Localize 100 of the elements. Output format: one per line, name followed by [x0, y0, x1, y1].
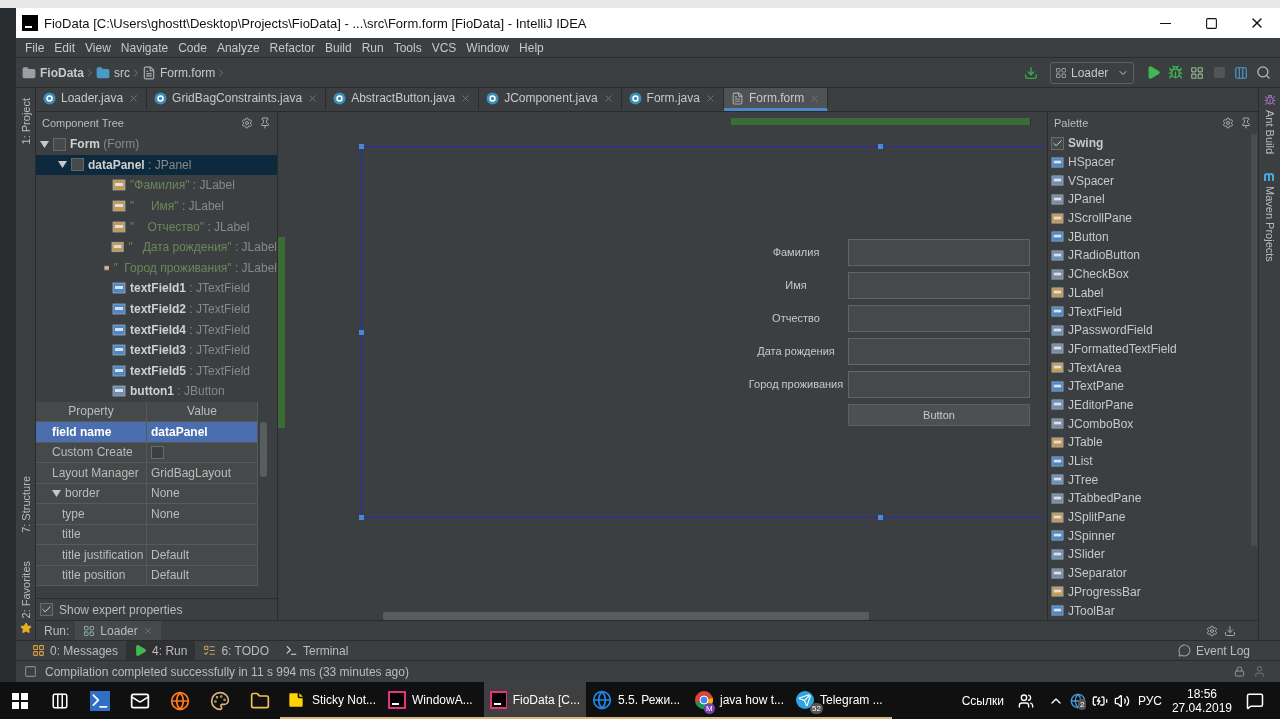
resize-handle[interactable]	[359, 144, 364, 149]
palette-item[interactable]: JEditorPane	[1051, 395, 1249, 415]
palette-item[interactable]: JSplitPane	[1051, 507, 1249, 527]
taskbar-app[interactable]: Sticky Not...	[280, 682, 382, 719]
text-field[interactable]	[848, 238, 1030, 266]
menu-item[interactable]: Window	[461, 40, 515, 55]
palette-item[interactable]: JList	[1051, 451, 1249, 471]
palette-item[interactable]: JComboBox	[1051, 414, 1249, 433]
checkbox[interactable]	[151, 445, 164, 459]
text-field[interactable]	[848, 271, 1030, 299]
tree-item[interactable]: textField4 : JTextField	[36, 319, 277, 340]
tree-item[interactable]: button1 : JButton	[36, 381, 277, 402]
checkbox[interactable]	[1051, 136, 1064, 150]
tree-item[interactable]: textField5 : JTextField	[36, 360, 277, 382]
language-indicator[interactable]: РУС	[1137, 693, 1162, 708]
event-log-button[interactable]: Event Log	[1169, 640, 1258, 661]
palette-item[interactable]: JToolBar	[1051, 601, 1249, 620]
menu-item[interactable]: Refactor	[264, 40, 320, 55]
property-row[interactable]: Custom Create	[36, 442, 258, 464]
tool-window-tab[interactable]: Ant Build	[1263, 106, 1276, 159]
editor-tab[interactable]: Form.form	[723, 88, 829, 111]
tool-tab[interactable]: 0: Messages	[24, 640, 127, 661]
scrollbar-thumb[interactable]	[259, 421, 267, 477]
palette-group[interactable]: Swing	[1051, 134, 1249, 153]
breadcrumb-item[interactable]: src	[96, 65, 130, 80]
property-row[interactable]: field name dataPanel	[36, 422, 258, 443]
menu-item[interactable]: File	[20, 40, 50, 55]
menu-item[interactable]: Edit	[49, 40, 81, 55]
tree-item[interactable]: textField1 : JTextField	[36, 278, 277, 299]
breadcrumb-item[interactable]: FioData	[22, 65, 84, 80]
palette-item[interactable]: JSpinner	[1051, 526, 1249, 546]
text-field[interactable]	[848, 304, 1030, 332]
search-icon[interactable]	[1255, 65, 1271, 80]
palette-item[interactable]: JPanel	[1051, 190, 1249, 209]
palette-item[interactable]: JScrollPane	[1051, 208, 1249, 228]
property-row[interactable]: title justification Default	[36, 545, 258, 566]
text-field[interactable]	[848, 370, 1030, 398]
scrollbar-thumb[interactable]	[1250, 134, 1257, 546]
palette-item[interactable]: HSpacer	[1051, 152, 1249, 172]
palette-item[interactable]: JTextPane	[1051, 376, 1249, 396]
palette-item[interactable]: JTree	[1051, 470, 1249, 490]
checkbox[interactable]	[40, 603, 53, 616]
menu-item[interactable]: Tools	[388, 40, 427, 55]
resize-handle[interactable]	[359, 515, 364, 520]
menu-item[interactable]: View	[80, 40, 116, 55]
expand-arrow-icon[interactable]	[58, 160, 67, 170]
toolbar-label[interactable]: Ссылки	[961, 693, 1004, 708]
taskbar-app[interactable]: 5.5. Режи...	[586, 682, 688, 719]
resize-handle[interactable]	[359, 330, 364, 335]
palette-item[interactable]: JCheckBox	[1051, 264, 1249, 284]
menu-item[interactable]: Build	[319, 40, 357, 55]
run-config-dropdown[interactable]: Loader	[1050, 61, 1134, 84]
menu-item[interactable]: Run	[356, 40, 389, 55]
text-field[interactable]	[848, 337, 1030, 365]
run-icon[interactable]	[1145, 65, 1161, 80]
property-row[interactable]: title	[36, 524, 258, 546]
tool-tab[interactable]: 6: TODO	[195, 640, 277, 661]
form-panel[interactable]: Фамилия Имя Отчество Дата рождения Город проживания Button	[361, 146, 1047, 518]
tree-item[interactable]: Form (Form)	[36, 134, 277, 155]
palette-item[interactable]: JRadioButton	[1051, 246, 1249, 265]
taskbar-app[interactable]: FioData [C...	[484, 682, 586, 719]
menu-item[interactable]: Analyze	[211, 40, 265, 55]
expand-arrow-icon[interactable]	[40, 139, 49, 149]
tool-tab[interactable]: 4: Run	[126, 640, 196, 661]
run-tab[interactable]: Loader	[75, 620, 161, 641]
property-row[interactable]: title position Default	[36, 565, 258, 587]
tool-window-tab[interactable]: 1: Project	[19, 94, 32, 149]
palette-item[interactable]: VSpacer	[1051, 171, 1249, 191]
tool-window-tab[interactable]: 2: Favorites	[19, 556, 32, 622]
palette-item[interactable]: JProgressBar	[1051, 582, 1249, 602]
menu-item[interactable]: VCS	[426, 40, 462, 55]
taskbar-app[interactable]: java how t... M	[688, 682, 790, 719]
palette-item[interactable]: JTextArea	[1051, 358, 1249, 377]
breadcrumb-item[interactable]: Form.form	[142, 65, 216, 80]
palette-item[interactable]: JLabel	[1051, 283, 1249, 303]
resize-handle[interactable]	[878, 144, 883, 149]
menu-item[interactable]: Code	[173, 40, 212, 55]
property-row[interactable]: type None	[36, 504, 258, 525]
tool-tab[interactable]: Terminal	[277, 640, 357, 661]
resize-handle[interactable]	[878, 515, 883, 520]
palette-item[interactable]: JSlider	[1051, 545, 1249, 564]
taskbar-app[interactable]: Telegram ... 52	[790, 682, 892, 719]
horizontal-scrollbar[interactable]	[383, 612, 869, 620]
tree-item[interactable]: textField3 : JTextField	[36, 339, 277, 361]
palette-item[interactable]: JFormattedTextField	[1051, 339, 1249, 359]
tool-window-tab[interactable]: 7: Structure	[19, 471, 32, 537]
close-icon[interactable]	[142, 625, 153, 636]
palette-item[interactable]: JButton	[1051, 227, 1249, 247]
property-row[interactable]: border None	[36, 483, 258, 505]
palette-item[interactable]: JSeparator	[1051, 563, 1249, 583]
property-row[interactable]: Layout Manager GridBagLayout	[36, 463, 258, 484]
expand-arrow-icon[interactable]	[52, 488, 61, 498]
form-button[interactable]: Button	[848, 403, 1030, 426]
tool-window-tab[interactable]: Maven Projects	[1263, 182, 1276, 266]
bug-icon[interactable]	[1167, 65, 1183, 80]
tree-item[interactable]: textField2 : JTextField	[36, 298, 277, 320]
palette-item[interactable]: JTextField	[1051, 302, 1249, 321]
tree-item[interactable]: dataPanel : JPanel	[36, 154, 277, 176]
menu-item[interactable]: Help	[514, 40, 549, 55]
palette-item[interactable]: JPasswordField	[1051, 320, 1249, 340]
